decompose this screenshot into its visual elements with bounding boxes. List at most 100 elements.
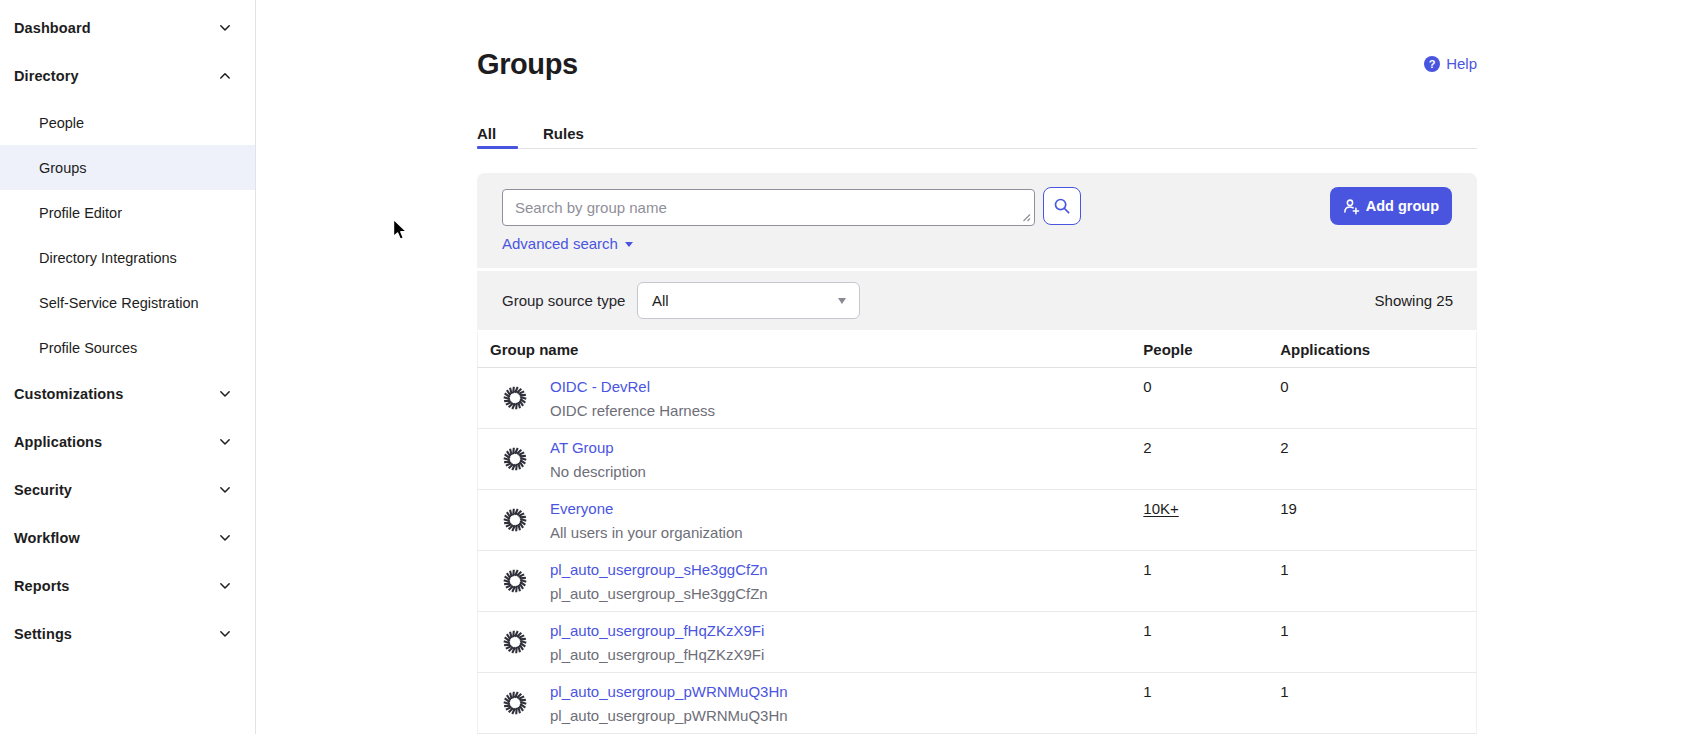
sidebar-item-profile-editor[interactable]: Profile Editor — [0, 190, 255, 235]
applications-count: 1 — [1268, 612, 1476, 672]
group-description: pl_auto_usergroup_sHe3ggCfZn — [550, 582, 768, 606]
filter-panel: Group source type All Showing 25 — [477, 271, 1477, 330]
people-count: 1 — [1131, 551, 1268, 611]
chevron-down-icon — [218, 21, 232, 35]
sidebar-item-groups[interactable]: Groups — [0, 145, 255, 190]
sidebar-item-security[interactable]: Security — [0, 466, 255, 514]
sidebar: Dashboard Directory People Groups Profil… — [0, 0, 256, 734]
applications-count: 2 — [1268, 429, 1476, 489]
advanced-search-label: Advanced search — [502, 235, 618, 252]
applications-count: 1 — [1268, 551, 1476, 611]
active-tab-indicator — [477, 146, 518, 149]
advanced-search-link[interactable]: Advanced search — [502, 235, 633, 252]
chevron-down-icon — [218, 579, 232, 593]
group-search-field — [502, 189, 1035, 226]
group-source-type-select[interactable]: All — [637, 282, 860, 319]
sidebar-item-label: Groups — [39, 160, 87, 176]
add-group-icon — [1343, 198, 1360, 215]
table-row: Everyone All users in your organization … — [477, 490, 1477, 551]
group-icon — [503, 569, 527, 593]
chevron-up-icon — [218, 69, 232, 83]
group-name-link[interactable]: AT Group — [550, 436, 614, 460]
sidebar-item-label: Self-Service Registration — [39, 295, 199, 311]
help-label: Help — [1446, 55, 1477, 72]
column-header-applications: Applications — [1268, 332, 1476, 367]
table-row: AT Group No description 2 2 — [477, 429, 1477, 490]
sidebar-item-label: Directory — [14, 68, 218, 84]
people-count: 0 — [1131, 368, 1268, 428]
group-description: pl_auto_usergroup_fHqZKzX9Fi — [550, 643, 764, 667]
chevron-down-icon — [218, 531, 232, 545]
sidebar-item-people[interactable]: People — [0, 100, 255, 145]
search-input[interactable] — [503, 190, 1034, 225]
sidebar-item-label: Reports — [14, 578, 218, 594]
main-content: Groups ? Help All Rules — [477, 0, 1477, 734]
group-icon — [503, 691, 527, 715]
help-link[interactable]: ? Help — [1424, 55, 1477, 72]
sidebar-item-label: Settings — [14, 626, 218, 642]
add-group-label: Add group — [1366, 198, 1439, 214]
showing-count: Showing 25 — [1375, 271, 1453, 330]
people-count: 1 — [1131, 673, 1268, 733]
group-source-type-label: Group source type — [502, 271, 625, 330]
group-icon — [503, 447, 527, 471]
applications-count: 0 — [1268, 368, 1476, 428]
select-value: All — [652, 283, 669, 318]
resize-grip-icon[interactable] — [1021, 212, 1031, 222]
group-name-link[interactable]: pl_auto_usergroup_sHe3ggCfZn — [550, 558, 768, 582]
search-button[interactable] — [1043, 187, 1081, 225]
sidebar-item-label: Dashboard — [14, 20, 218, 36]
sidebar-item-label: Profile Editor — [39, 205, 122, 221]
help-icon: ? — [1424, 56, 1440, 72]
sidebar-item-label: Customizations — [14, 386, 218, 402]
people-count: 1 — [1131, 612, 1268, 672]
table-row: pl_auto_usergroup_fHqZKzX9Fi pl_auto_use… — [477, 612, 1477, 673]
chevron-down-icon — [218, 627, 232, 641]
tab-all[interactable]: All — [477, 126, 496, 142]
tab-bar: All Rules — [477, 118, 1477, 149]
group-name-link[interactable]: pl_auto_usergroup_pWRNMuQ3Hn — [550, 680, 788, 704]
group-icon — [503, 386, 527, 410]
sidebar-item-dashboard[interactable]: Dashboard — [0, 4, 255, 52]
select-caret-icon — [838, 298, 846, 304]
add-group-button[interactable]: Add group — [1330, 187, 1452, 225]
table-row: pl_auto_usergroup_pWRNMuQ3Hn pl_auto_use… — [477, 673, 1477, 734]
group-icon — [503, 630, 527, 654]
sidebar-item-directory-integrations[interactable]: Directory Integrations — [0, 235, 255, 280]
table-row: OIDC - DevRel OIDC reference Harness 0 0 — [477, 368, 1477, 429]
group-name-link[interactable]: OIDC - DevRel — [550, 375, 650, 399]
group-name-link[interactable]: Everyone — [550, 497, 613, 521]
sidebar-item-customizations[interactable]: Customizations — [0, 370, 255, 418]
group-description: pl_auto_usergroup_pWRNMuQ3Hn — [550, 704, 788, 728]
chevron-down-icon — [218, 435, 232, 449]
sidebar-item-label: People — [39, 115, 84, 131]
tab-divider — [477, 148, 1477, 149]
group-description: All users in your organization — [550, 521, 743, 545]
column-header-people: People — [1131, 332, 1268, 367]
sidebar-item-label: Directory Integrations — [39, 250, 177, 266]
sidebar-item-reports[interactable]: Reports — [0, 562, 255, 610]
applications-count: 1 — [1268, 673, 1476, 733]
page-title: Groups — [477, 46, 578, 82]
sidebar-item-workflow[interactable]: Workflow — [0, 514, 255, 562]
sidebar-item-self-service-registration[interactable]: Self-Service Registration — [0, 280, 255, 325]
chevron-down-icon — [218, 483, 232, 497]
table-header-row: Group name People Applications — [477, 332, 1477, 368]
sidebar-item-label: Workflow — [14, 530, 218, 546]
search-icon — [1053, 197, 1071, 215]
table-row: pl_auto_usergroup_sHe3ggCfZn pl_auto_use… — [477, 551, 1477, 612]
tab-rules[interactable]: Rules — [543, 126, 584, 142]
group-icon — [503, 508, 527, 532]
applications-count: 19 — [1268, 490, 1476, 550]
column-header-group-name: Group name — [478, 332, 1131, 367]
sidebar-item-settings[interactable]: Settings — [0, 610, 255, 658]
group-description: OIDC reference Harness — [550, 399, 715, 423]
sidebar-item-directory[interactable]: Directory — [0, 52, 255, 100]
people-count-link[interactable]: 10K+ — [1143, 500, 1178, 517]
sidebar-item-applications[interactable]: Applications — [0, 418, 255, 466]
search-panel: Add group Advanced search — [477, 173, 1477, 268]
sidebar-item-profile-sources[interactable]: Profile Sources — [0, 325, 255, 370]
people-count: 2 — [1131, 429, 1268, 489]
group-name-link[interactable]: pl_auto_usergroup_fHqZKzX9Fi — [550, 619, 764, 643]
group-description: No description — [550, 460, 646, 484]
